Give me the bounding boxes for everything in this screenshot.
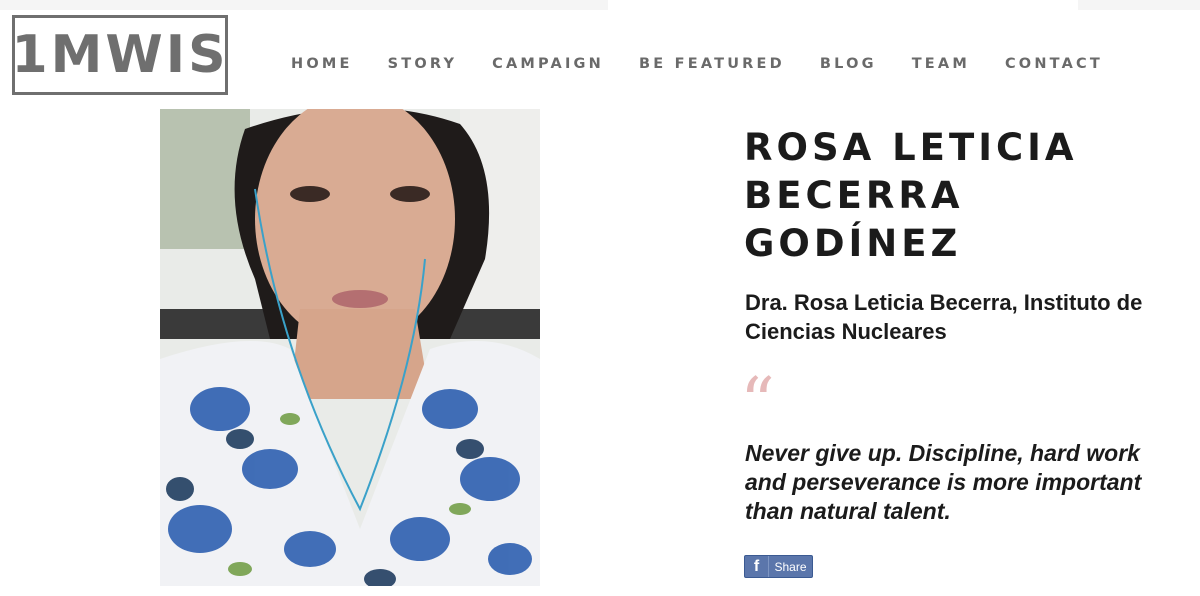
profile-name-line: ROSA LETICIA bbox=[744, 126, 1078, 169]
top-strip bbox=[1078, 0, 1200, 10]
quote-mark-icon: “ bbox=[740, 364, 775, 443]
facebook-icon: f bbox=[745, 556, 769, 577]
logo-text: 1MWIS bbox=[11, 25, 229, 85]
nav-item-team[interactable]: TEAM bbox=[912, 55, 970, 73]
profile-name-line: GODÍNEZ bbox=[744, 222, 962, 265]
top-strip bbox=[0, 0, 608, 10]
share-label: Share bbox=[774, 559, 807, 574]
nav-item-contact[interactable]: CONTACT bbox=[1005, 55, 1103, 73]
profile-affiliation: Dra. Rosa Leticia Becerra, Instituto de … bbox=[745, 290, 1143, 344]
nav-item-story[interactable]: STORY bbox=[388, 55, 458, 73]
profile-name-line: BECERRA bbox=[744, 174, 964, 217]
profile-name: ROSA LETICIA BECERRA GODÍNEZ bbox=[744, 124, 1164, 268]
nav-item-home[interactable]: HOME bbox=[291, 55, 353, 73]
nav-item-blog[interactable]: BLOG bbox=[820, 55, 877, 73]
profile-quote: Never give up. Discipline, hard work and… bbox=[745, 440, 1142, 524]
profile-photo bbox=[160, 109, 540, 586]
nav-item-be-featured[interactable]: BE FEATURED bbox=[639, 55, 785, 73]
nav-item-campaign[interactable]: CAMPAIGN bbox=[492, 55, 604, 73]
facebook-share-button[interactable]: f Share bbox=[744, 555, 813, 578]
main-nav: HOME STORY CAMPAIGN BE FEATURED BLOG TEA… bbox=[291, 55, 1103, 73]
site-logo[interactable]: 1MWIS bbox=[11, 15, 229, 95]
